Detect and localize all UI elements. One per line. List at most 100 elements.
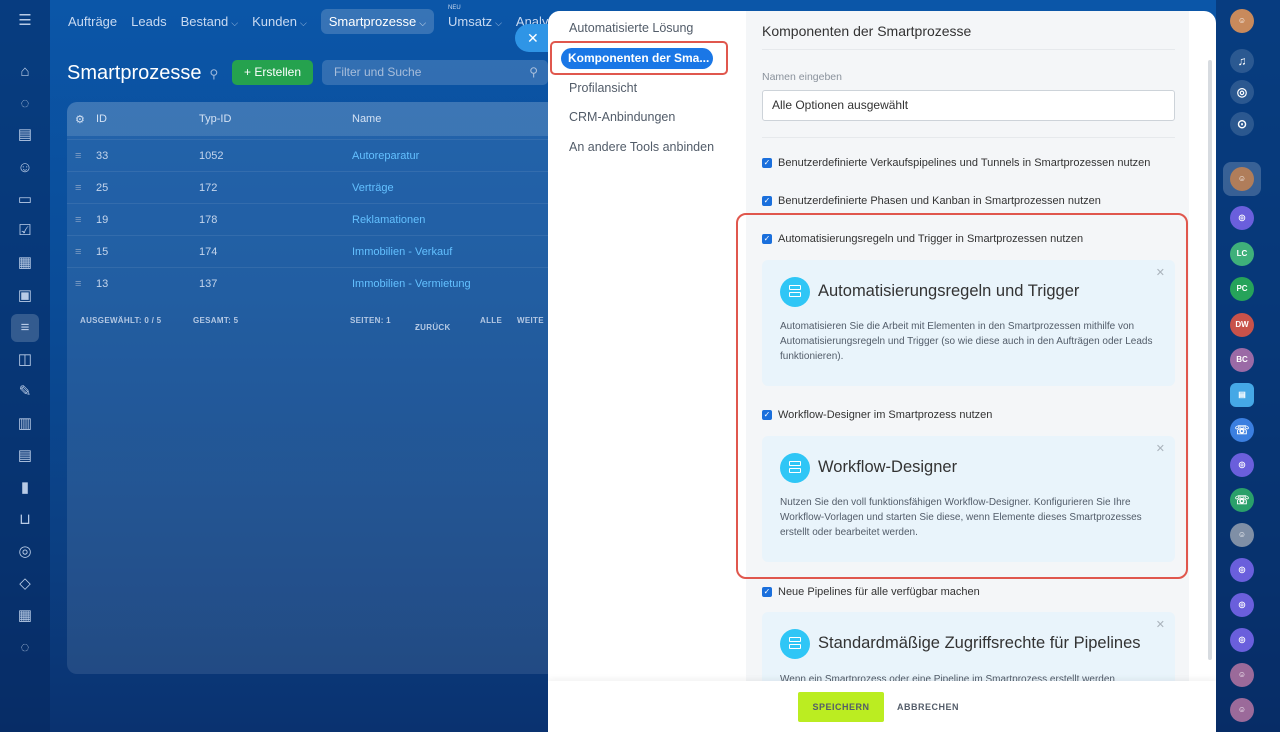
checkbox-checked-icon[interactable]: ✓ bbox=[762, 587, 772, 597]
integration-icon[interactable]: ◇ bbox=[16, 575, 34, 593]
name-input[interactable]: Alle Optionen ausgewählt bbox=[762, 90, 1175, 121]
cell-name-link[interactable]: Verträge bbox=[352, 182, 394, 194]
copilot-chat-icon[interactable]: ◎ bbox=[1230, 453, 1254, 477]
user-avatar[interactable]: ☺ bbox=[1230, 9, 1254, 33]
copilot-chat-icon[interactable]: ◎ bbox=[1230, 593, 1254, 617]
cell-name-link[interactable]: Immobilien - Verkauf bbox=[352, 246, 452, 258]
drag-handle-icon[interactable]: ≡ bbox=[75, 278, 81, 290]
table-row[interactable]: ≡ 19 178 Reklamationen bbox=[67, 203, 557, 235]
menu-item-label: Smartprozesse bbox=[328, 13, 417, 29]
scrollbar[interactable] bbox=[1208, 60, 1212, 660]
drag-handle-icon[interactable]: ≡ bbox=[75, 246, 81, 258]
cell-type-id: 137 bbox=[199, 278, 218, 290]
time-icon[interactable]: ▦ bbox=[16, 607, 34, 625]
cell-name-link[interactable]: Autoreparatur bbox=[352, 150, 419, 162]
cell-name-link[interactable]: Reklamationen bbox=[352, 214, 425, 226]
table-row[interactable]: ≡ 25 172 Verträge bbox=[67, 171, 557, 203]
name-field-label: Namen eingeben bbox=[762, 71, 842, 83]
menu-item-umsatz[interactable]: NEU Umsatz ⌵ bbox=[448, 5, 502, 29]
create-button[interactable]: + Erstellen bbox=[232, 60, 313, 85]
search-icon[interactable]: ⚲ bbox=[529, 60, 538, 85]
highlight-frame bbox=[550, 41, 728, 75]
grid-footer: AUSGEWÄHLT: 0 / 5 GESAMT: 5 SEITEN: 1 ‹ … bbox=[67, 309, 557, 335]
table-row[interactable]: ≡ 13 137 Immobilien - Vermietung bbox=[67, 267, 557, 299]
document-icon[interactable]: ▤ bbox=[16, 126, 34, 144]
checkbox-checked-icon[interactable]: ✓ bbox=[762, 158, 772, 168]
next-link[interactable]: WEITE bbox=[517, 316, 544, 325]
divider bbox=[762, 137, 1175, 138]
sign-icon[interactable]: ✎ bbox=[16, 383, 34, 401]
menu-item-smartprozesse[interactable]: Smartprozesse ⌵ bbox=[320, 8, 435, 34]
copilot-chat-icon[interactable]: ◎ bbox=[1230, 628, 1254, 652]
column-header-id[interactable]: ID bbox=[96, 113, 107, 125]
chat-group-icon[interactable]: ▤ bbox=[1230, 383, 1254, 407]
settings-icon[interactable]: ◌ bbox=[16, 639, 34, 657]
card-text: Wenn ein Smartprozess oder eine Pipeline… bbox=[780, 674, 1115, 681]
info-card-access-rights: ✕ Standardmäßige Zugriffsrechte für Pipe… bbox=[762, 612, 1175, 681]
close-icon[interactable]: ✕ bbox=[1156, 618, 1165, 631]
search-input[interactable]: Filter und Suche ⚲ bbox=[322, 60, 548, 85]
copilot-chat-icon[interactable]: ◎ bbox=[1230, 558, 1254, 582]
checkbox-checked-icon[interactable]: ✓ bbox=[762, 196, 772, 206]
analytics-icon[interactable]: ▮ bbox=[16, 479, 34, 497]
group-avatar[interactable]: ☺ bbox=[1230, 698, 1254, 722]
table-row[interactable]: ≡ 33 1052 Autoreparatur bbox=[67, 139, 557, 171]
calendar-icon[interactable]: ▦ bbox=[16, 254, 34, 272]
inventory-icon[interactable]: ▥ bbox=[16, 415, 34, 433]
nav-item-automated-solution[interactable]: Automatisierte Lösung bbox=[569, 21, 693, 35]
copilot-chat-icon[interactable]: ◎ bbox=[1230, 206, 1254, 230]
contact-lc[interactable]: LC bbox=[1230, 242, 1254, 266]
cell-name-link[interactable]: Immobilien - Vermietung bbox=[352, 278, 471, 290]
drag-handle-icon[interactable]: ≡ bbox=[75, 182, 81, 194]
group-avatar[interactable]: ☺ bbox=[1230, 663, 1254, 687]
all-link[interactable]: ALLE bbox=[480, 316, 502, 325]
contact-bc[interactable]: BC bbox=[1230, 348, 1254, 372]
contact-pc[interactable]: PC bbox=[1230, 277, 1254, 301]
table-row[interactable]: ≡ 15 174 Immobilien - Verkauf bbox=[67, 235, 557, 267]
nav-item-other-tools[interactable]: An andere Tools anbinden bbox=[569, 140, 714, 154]
sites-icon[interactable]: ▣ bbox=[16, 287, 34, 305]
menu-item-bestand[interactable]: Bestand ⌵ bbox=[181, 14, 239, 29]
phone-icon[interactable]: ☏ bbox=[1230, 418, 1254, 442]
marketing-icon[interactable]: ◎ bbox=[16, 543, 34, 561]
checkbox-pipelines[interactable]: ✓ Benutzerdefinierte Verkaufspipelines un… bbox=[762, 157, 1150, 169]
new-badge: NEU bbox=[448, 4, 461, 11]
contacts-icon[interactable]: ☺ bbox=[16, 159, 34, 177]
menu-item-leads[interactable]: Leads bbox=[131, 14, 166, 29]
pin-icon[interactable]: ⚲ bbox=[210, 67, 219, 81]
chat-icon[interactable]: ◫ bbox=[16, 351, 34, 369]
invoice-icon[interactable]: ▤ bbox=[16, 447, 34, 465]
menu-icon[interactable]: ☰ bbox=[16, 12, 34, 30]
contact-avatar[interactable]: ☺ bbox=[1230, 523, 1254, 547]
grid-settings-icon[interactable]: ⚙ bbox=[75, 113, 85, 126]
save-button[interactable]: SPEICHERN bbox=[798, 692, 884, 722]
contact-avatar[interactable]: ☺ bbox=[1230, 167, 1254, 191]
crm-icon[interactable]: ◌ bbox=[16, 95, 34, 113]
nav-item-profile-view[interactable]: Profilansicht bbox=[569, 81, 637, 95]
home-icon[interactable]: ⌂ bbox=[16, 63, 34, 81]
storage-icon[interactable]: ▭ bbox=[16, 191, 34, 209]
checkbox-new-pipelines[interactable]: ✓ Neue Pipelines für alle verfügbar mache… bbox=[762, 586, 980, 598]
column-header-type-id[interactable]: Typ-ID bbox=[199, 113, 231, 125]
drag-handle-icon[interactable]: ≡ bbox=[75, 214, 81, 226]
phone-icon[interactable]: ☏ bbox=[1230, 488, 1254, 512]
copilot-icon[interactable]: ◎ bbox=[1230, 80, 1254, 104]
checkbox-kanban[interactable]: ✓ Benutzerdefinierte Phasen und Kanban in… bbox=[762, 195, 1101, 207]
column-header-name[interactable]: Name bbox=[352, 113, 381, 125]
search-chat-icon[interactable]: ⊙ bbox=[1230, 112, 1254, 136]
slider-footer: SPEICHERN ABBRECHEN bbox=[548, 681, 1216, 732]
highlight-frame bbox=[736, 213, 1188, 579]
notifications-icon[interactable]: ♫ bbox=[1230, 49, 1254, 73]
smart-process-icon[interactable]: ≡ bbox=[11, 314, 39, 342]
checkbox-label: Neue Pipelines für alle verfügbar machen bbox=[778, 586, 980, 598]
shop-icon[interactable]: ⊔ bbox=[16, 511, 34, 529]
close-slider-icon[interactable]: ✕ bbox=[515, 24, 549, 52]
contact-dw[interactable]: DW bbox=[1230, 313, 1254, 337]
grid-header: ⚙ ID Typ-ID Name bbox=[67, 102, 557, 136]
drag-handle-icon[interactable]: ≡ bbox=[75, 150, 81, 162]
cancel-button[interactable]: ABBRECHEN bbox=[897, 692, 959, 722]
nav-item-crm-links[interactable]: CRM-Anbindungen bbox=[569, 110, 675, 124]
menu-item-kunden[interactable]: Kunden ⌵ bbox=[252, 14, 307, 29]
menu-item-auftraege[interactable]: Aufträge bbox=[68, 14, 117, 29]
tasks-icon[interactable]: ☑ bbox=[16, 222, 34, 240]
